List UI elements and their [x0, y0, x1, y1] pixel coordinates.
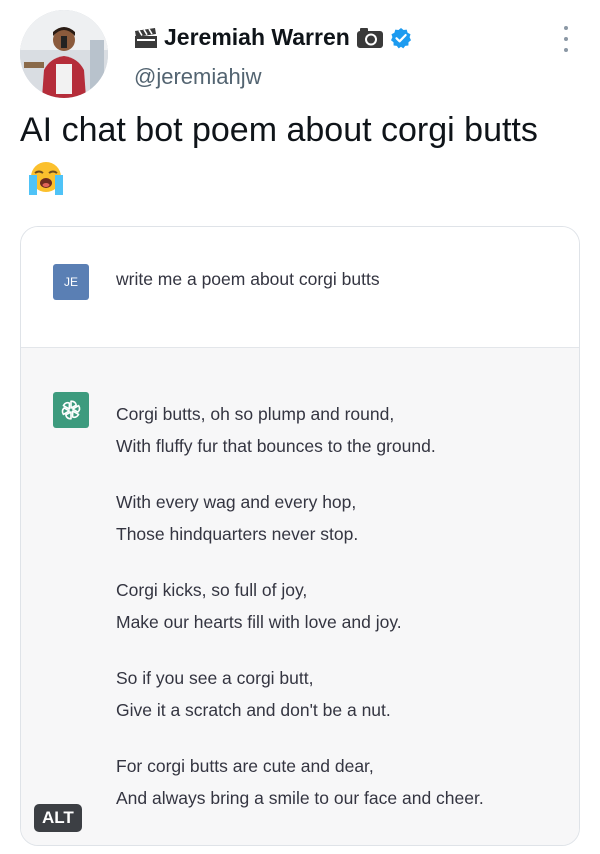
poem-stanza: With every wag and every hop, Those hind… — [116, 486, 556, 550]
bot-response: Corgi butts, oh so plump and round, With… — [21, 348, 579, 845]
clapper-board-icon — [135, 27, 157, 48]
avatar[interactable] — [20, 10, 108, 98]
poem-stanza: So if you see a corgi butt, Give it a sc… — [116, 662, 556, 726]
poem-line: With every wag and every hop, — [116, 492, 357, 512]
alt-text-button[interactable]: ALT — [34, 804, 82, 832]
openai-logo-icon — [53, 392, 89, 428]
author-display-name[interactable]: Jeremiah Warren — [164, 24, 350, 51]
poem-line: So if you see a corgi butt, — [116, 668, 314, 688]
poem-line: And always bring a smile to our face and… — [116, 788, 484, 808]
poem-line: Make our hearts fill with love and joy. — [116, 612, 402, 632]
poem: Corgi butts, oh so plump and round, With… — [116, 398, 556, 838]
author-name-row: Jeremiah Warren — [134, 24, 412, 51]
user-avatar-badge: JE — [53, 264, 89, 300]
poem-line: Corgi butts, oh so plump and round, — [116, 404, 395, 424]
camera-icon — [356, 27, 383, 48]
verified-badge-icon — [390, 27, 411, 48]
loudly-crying-face-emoji — [29, 162, 63, 195]
tweet-header: Jeremiah Warren @jeremiahjw — [20, 10, 580, 102]
poem-stanza: Corgi kicks, so full of joy, Make our he… — [116, 574, 556, 638]
more-vertical-icon[interactable] — [560, 26, 572, 52]
attached-image[interactable]: JE write me a poem about corgi butts Cor… — [20, 226, 580, 846]
user-message: write me a poem about corgi butts — [116, 269, 380, 289]
poem-stanza: Corgi butts, oh so plump and round, With… — [116, 398, 556, 462]
poem-line: Corgi kicks, so full of joy, — [116, 580, 308, 600]
poem-line: For corgi butts are cute and dear, — [116, 756, 374, 776]
poem-stanza: For corgi butts are cute and dear, And a… — [116, 750, 556, 814]
poem-line: Those hindquarters never stop. — [116, 524, 359, 544]
poem-line: With fluffy fur that bounces to the grou… — [116, 436, 436, 456]
tweet-text: AI chat bot poem about corgi butts — [20, 106, 560, 202]
poem-line: Give it a scratch and don't be a nut. — [116, 700, 391, 720]
tweet-body: AI chat bot poem about corgi butts — [20, 111, 538, 149]
user-message-row: JE write me a poem about corgi butts — [21, 227, 579, 348]
author-handle[interactable]: @jeremiahjw — [134, 64, 261, 90]
